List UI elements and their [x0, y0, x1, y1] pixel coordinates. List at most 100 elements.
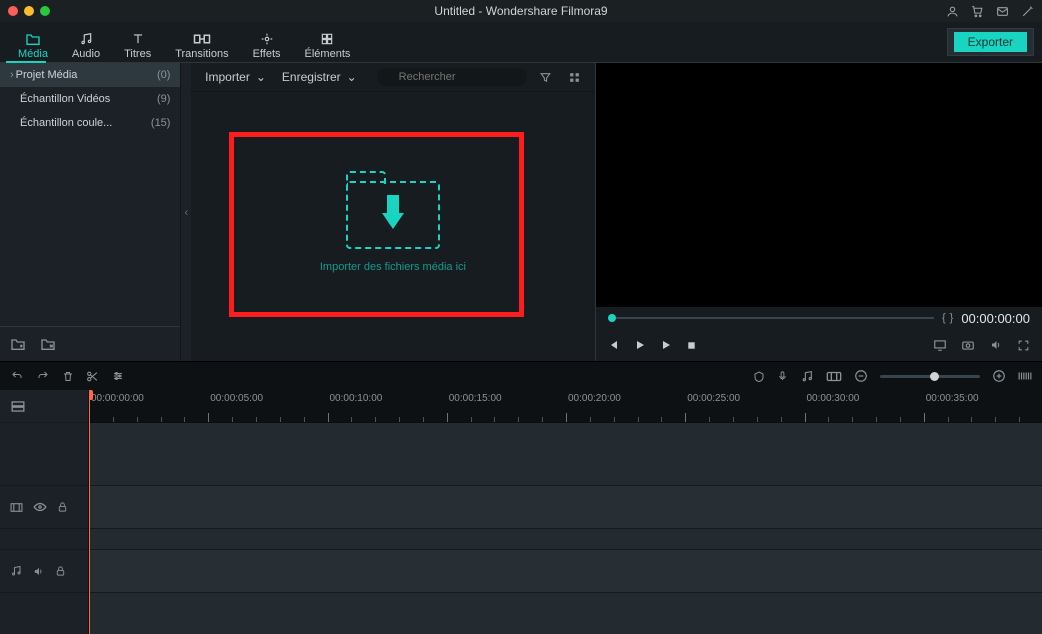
- ruler-label: 00:00:00:00: [91, 393, 144, 404]
- cart-icon[interactable]: [971, 5, 984, 18]
- import-dropdown[interactable]: Importer ⌄: [201, 70, 270, 84]
- split-button[interactable]: [86, 370, 99, 383]
- tab-label: Transitions: [175, 48, 228, 60]
- tab-label: Audio: [72, 48, 100, 60]
- undo-button[interactable]: [10, 370, 24, 382]
- tab-active-indicator: [6, 61, 46, 63]
- track-header-manage: [0, 390, 88, 423]
- out-marker[interactable]: }: [950, 312, 954, 324]
- zoom-fit-icon[interactable]: [1018, 370, 1032, 382]
- sparkle-icon: [260, 32, 274, 46]
- music-icon: [79, 32, 93, 46]
- preview-video[interactable]: [596, 63, 1042, 307]
- search-input[interactable]: [377, 68, 527, 86]
- zoom-out-button[interactable]: [854, 369, 868, 383]
- ruler-label: 00:00:30:00: [807, 393, 860, 404]
- timeline-track-audio[interactable]: [89, 550, 1042, 593]
- sidebar-item-echantillon-videos[interactable]: Échantillon Vidéos (9): [0, 87, 180, 111]
- folder-remove-icon[interactable]: [40, 337, 56, 351]
- scrubber-track[interactable]: [608, 317, 934, 319]
- import-dropzone[interactable]: Importer des fichiers média ici: [320, 181, 466, 273]
- volume-icon[interactable]: [989, 339, 1003, 352]
- user-icon[interactable]: [946, 5, 959, 18]
- timeline-toolbar: [0, 361, 1042, 390]
- timeline-ruler[interactable]: 00:00:00:0000:00:05:0000:00:10:0000:00:1…: [89, 390, 1042, 423]
- sidebar-item-count: (9): [157, 93, 170, 105]
- quality-icon[interactable]: [933, 339, 947, 352]
- export-wrap: Exporter: [947, 28, 1034, 56]
- preview-controls: [596, 329, 1042, 361]
- marker-icon[interactable]: [753, 370, 765, 383]
- media-panel: Importer ⌄ Enregistrer ⌄: [191, 63, 595, 361]
- dropdown-label: Importer: [205, 70, 250, 84]
- sidebar: ›Projet Média (0) Échantillon Vidéos (9)…: [0, 63, 181, 361]
- middle-area: ›Projet Média (0) Échantillon Vidéos (9)…: [0, 62, 1042, 361]
- import-message: Importer des fichiers média ici: [320, 261, 466, 273]
- audio-mixer-icon[interactable]: [800, 370, 814, 383]
- ruler-label: 00:00:15:00: [449, 393, 502, 404]
- folder-dashed-icon: [346, 181, 440, 249]
- track-manage-icon[interactable]: [10, 400, 26, 413]
- preview-timecode: 00:00:00:00: [961, 311, 1030, 326]
- timeline-tracks[interactable]: 00:00:00:0000:00:05:0000:00:10:0000:00:1…: [89, 390, 1042, 634]
- tab-effets[interactable]: Effets: [241, 22, 293, 68]
- track-header-spacer: [0, 529, 88, 550]
- tab-elements[interactable]: Éléments: [293, 22, 363, 68]
- adjust-button[interactable]: [111, 370, 125, 382]
- zoom-slider[interactable]: [880, 375, 980, 378]
- in-marker[interactable]: {: [942, 312, 946, 324]
- audio-track-icon[interactable]: [10, 565, 22, 577]
- timeline: 00:00:00:0000:00:05:0000:00:10:0000:00:1…: [0, 390, 1042, 634]
- sidebar-item-echantillon-couleurs[interactable]: Échantillon coule... (15): [0, 111, 180, 135]
- lock-icon[interactable]: [57, 501, 68, 513]
- timeline-track-video[interactable]: [89, 486, 1042, 529]
- export-button[interactable]: Exporter: [954, 32, 1027, 52]
- tab-label: Titres: [124, 48, 151, 60]
- zoom-in-button[interactable]: [992, 369, 1006, 383]
- chevron-down-icon: ⌄: [347, 70, 357, 84]
- wand-icon[interactable]: [1021, 5, 1034, 18]
- media-body: Importer des fichiers média ici: [191, 92, 595, 361]
- next-frame-button[interactable]: [660, 339, 672, 351]
- filter-icon[interactable]: [535, 71, 556, 84]
- ruler-label: 00:00:35:00: [926, 393, 979, 404]
- mail-icon[interactable]: [996, 5, 1009, 18]
- grid-view-icon[interactable]: [564, 71, 585, 84]
- snapshot-icon[interactable]: [961, 339, 975, 352]
- transitions-icon: [193, 32, 211, 46]
- redo-button[interactable]: [36, 370, 50, 382]
- tab-titres[interactable]: Titres: [112, 22, 163, 68]
- tab-audio[interactable]: Audio: [60, 22, 112, 68]
- enregistrer-dropdown[interactable]: Enregistrer ⌄: [278, 70, 361, 84]
- tab-label: Éléments: [305, 48, 351, 60]
- folder-add-icon[interactable]: [10, 337, 26, 351]
- ruler-label: 00:00:20:00: [568, 393, 621, 404]
- lock-icon[interactable]: [55, 565, 66, 577]
- fullscreen-icon[interactable]: [1017, 339, 1030, 352]
- app-root: Untitled - Wondershare Filmora9 Média Au…: [0, 0, 1042, 634]
- preview-panel: { } 00:00:00:00: [595, 63, 1042, 361]
- titlebar: Untitled - Wondershare Filmora9: [0, 0, 1042, 22]
- tab-transitions[interactable]: Transitions: [163, 22, 240, 68]
- zoom-slider-handle[interactable]: [930, 372, 939, 381]
- voiceover-icon[interactable]: [777, 369, 788, 383]
- ruler-label: 00:00:10:00: [330, 393, 383, 404]
- timeline-playhead[interactable]: [89, 390, 90, 634]
- video-track-icon[interactable]: [10, 502, 23, 513]
- delete-button[interactable]: [62, 370, 74, 383]
- timeline-track[interactable]: [89, 423, 1042, 486]
- scrubber-playhead[interactable]: [608, 314, 616, 322]
- volume-icon[interactable]: [32, 566, 45, 577]
- sidebar-list: ›Projet Média (0) Échantillon Vidéos (9)…: [0, 63, 180, 326]
- view-mode-icon[interactable]: [826, 371, 842, 382]
- timeline-track[interactable]: [89, 593, 1042, 634]
- prev-frame-button[interactable]: [608, 339, 620, 351]
- timeline-track[interactable]: [89, 529, 1042, 550]
- eye-icon[interactable]: [33, 502, 47, 512]
- arrow-down-icon: [382, 213, 404, 229]
- ruler-label: 00:00:25:00: [687, 393, 740, 404]
- track-header-audio: [0, 550, 88, 593]
- stop-button[interactable]: [686, 340, 697, 351]
- sidebar-collapse-handle[interactable]: ‹: [181, 63, 191, 361]
- play-button[interactable]: [634, 339, 646, 351]
